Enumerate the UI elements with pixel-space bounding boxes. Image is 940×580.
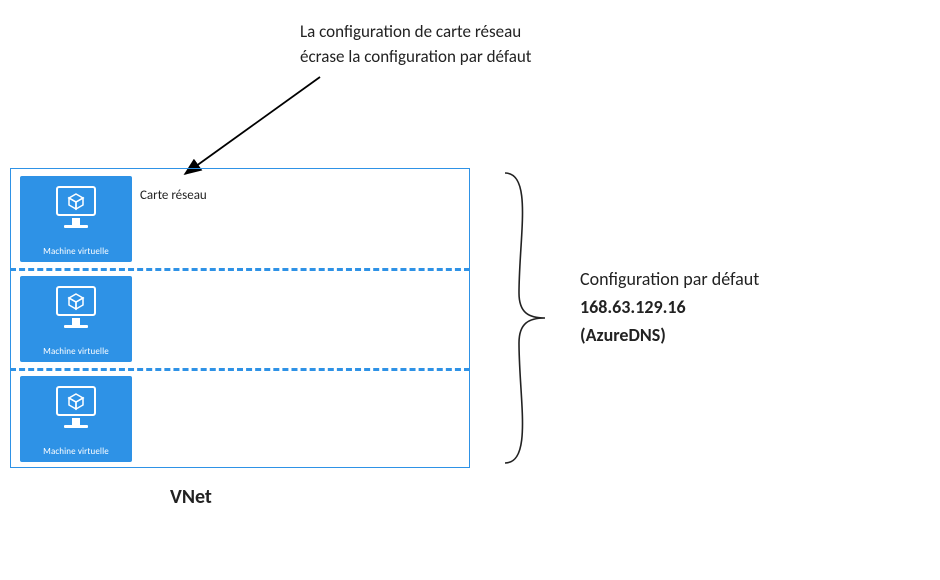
default-config-name: (AzureDNS) xyxy=(580,322,759,350)
default-config-ip: 168.63.129.16 xyxy=(580,294,759,322)
curly-brace-icon xyxy=(485,168,565,468)
caption-line-1: La configuration de carte réseau xyxy=(300,20,531,45)
caption-line-2: écrase la configuration par défaut xyxy=(300,45,531,70)
vnet-label: VNet xyxy=(170,485,212,509)
caption-text: La configuration de carte réseau écrase … xyxy=(300,20,531,69)
vm-icon-2: Machine virtuelle xyxy=(20,276,132,362)
subnet-divider-1 xyxy=(10,268,470,271)
default-config-title: Configuration par défaut xyxy=(580,266,759,294)
vm-icon-3: Machine virtuelle xyxy=(20,376,132,462)
vm-label-1: Machine virtuelle xyxy=(20,246,132,257)
vm-icon-1: Machine virtuelle xyxy=(20,176,132,262)
default-config-block: Configuration par défaut 168.63.129.16 (… xyxy=(580,266,759,350)
vm-label-3: Machine virtuelle xyxy=(20,446,132,457)
nic-label: Carte réseau xyxy=(140,188,207,203)
vm-label-2: Machine virtuelle xyxy=(20,346,132,357)
subnet-divider-2 xyxy=(10,368,470,371)
